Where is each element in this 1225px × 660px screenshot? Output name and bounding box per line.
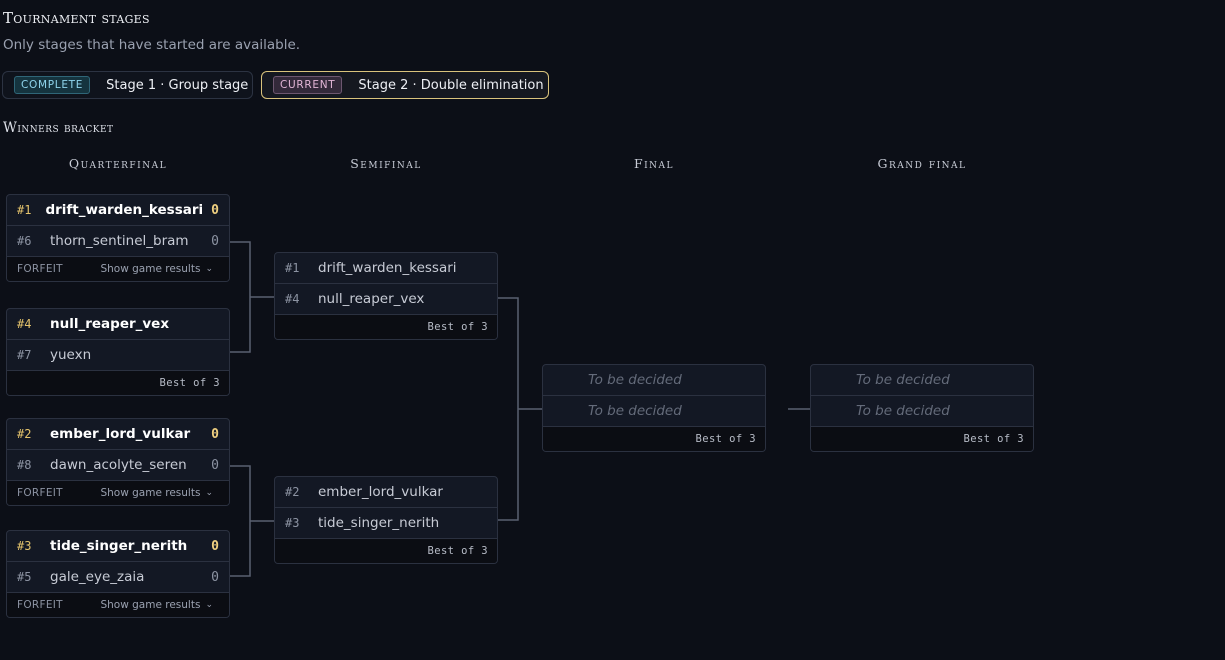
player-name-tbd: To be decided: [588, 372, 682, 388]
stage-tab-group-stage[interactable]: COMPLETE Stage 1 · Group stage: [2, 71, 253, 99]
seed: #5: [17, 570, 32, 584]
player-name-tbd: To be decided: [856, 403, 950, 419]
seed: #2: [285, 485, 300, 499]
show-game-results-label: Show game results: [100, 263, 201, 275]
match-footer: Best of 3: [811, 427, 1033, 451]
match-slot: To be decided: [811, 365, 1033, 396]
match-grand-final: To be decided To be decided Best of 3: [810, 364, 1034, 452]
match-semifinal-1: #1 drift_warden_kessari #4 null_reaper_v…: [274, 252, 498, 340]
score: 0: [211, 457, 219, 473]
match-quarterfinal-4: #3 tide_singer_nerith 0 #5 gale_eye_zaia…: [6, 530, 230, 618]
seed: #4: [285, 292, 300, 306]
round-label-final: Final: [633, 156, 675, 171]
match-slot[interactable]: #1 drift_warden_kessari: [275, 253, 497, 284]
player-name: ember_lord_vulkar: [318, 484, 443, 500]
chevron-down-icon: ⌄: [205, 488, 213, 498]
seed: #7: [17, 348, 32, 362]
player-name: yuexn: [50, 347, 92, 363]
match-footer: Best of 3: [543, 427, 765, 451]
match-semifinal-2: #2 ember_lord_vulkar #3 tide_singer_neri…: [274, 476, 498, 564]
page-title: Tournament stages: [3, 9, 150, 27]
match-slot[interactable]: #4 null_reaper_vex: [275, 284, 497, 315]
forfeit-label: FORFEIT: [17, 599, 63, 611]
player-name: null_reaper_vex: [318, 291, 425, 307]
chevron-down-icon: ⌄: [205, 264, 213, 274]
seed: #2: [17, 427, 32, 441]
show-game-results-button[interactable]: Show game results ⌄: [100, 487, 213, 499]
seed: #6: [17, 234, 32, 248]
round-label-grand-final: Grand final: [877, 156, 967, 171]
seed: #3: [17, 539, 32, 553]
match-footer: FORFEIT Show game results ⌄: [7, 593, 229, 617]
status-badge-complete: COMPLETE: [14, 76, 91, 94]
match-slot[interactable]: #5 gale_eye_zaia 0: [7, 562, 229, 593]
best-of-label: Best of 3: [427, 321, 488, 333]
match-slot[interactable]: #4 null_reaper_vex: [7, 309, 229, 340]
match-slot[interactable]: #2 ember_lord_vulkar: [275, 477, 497, 508]
show-game-results-label: Show game results: [100, 487, 201, 499]
score: 0: [211, 426, 219, 442]
match-slot: To be decided: [811, 396, 1033, 427]
section-title-winners-bracket: Winners bracket: [3, 120, 114, 136]
round-label-semifinal: Semifinal: [350, 156, 422, 171]
chevron-down-icon: ⌄: [205, 600, 213, 610]
score: 0: [211, 202, 219, 218]
match-footer: Best of 3: [275, 315, 497, 339]
match-quarterfinal-2: #4 null_reaper_vex #7 yuexn Best of 3: [6, 308, 230, 396]
player-name: null_reaper_vex: [50, 316, 170, 332]
show-game-results-label: Show game results: [100, 599, 201, 611]
forfeit-label: FORFEIT: [17, 263, 63, 275]
match-quarterfinal-1: #1 drift_warden_kessari 0 #6 thorn_senti…: [6, 194, 230, 282]
player-name-tbd: To be decided: [588, 403, 682, 419]
match-slot: To be decided: [543, 365, 765, 396]
show-game-results-button[interactable]: Show game results ⌄: [100, 263, 213, 275]
match-final: To be decided To be decided Best of 3: [542, 364, 766, 452]
seed: #4: [17, 317, 32, 331]
match-footer: Best of 3: [275, 539, 497, 563]
stage-tab-double-elimination[interactable]: CURRENT Stage 2 · Double elimination: [261, 71, 549, 99]
best-of-label: Best of 3: [427, 545, 488, 557]
match-slot[interactable]: #2 ember_lord_vulkar 0: [7, 419, 229, 450]
match-slot[interactable]: #3 tide_singer_nerith 0: [7, 531, 229, 562]
player-name: tide_singer_nerith: [318, 515, 440, 531]
match-slot[interactable]: #6 thorn_sentinel_bram 0: [7, 226, 229, 257]
score: 0: [211, 233, 219, 249]
match-slot[interactable]: #3 tide_singer_nerith: [275, 508, 497, 539]
forfeit-label: FORFEIT: [17, 487, 63, 499]
seed: #3: [285, 516, 300, 530]
player-name: tide_singer_nerith: [50, 538, 188, 554]
show-game-results-button[interactable]: Show game results ⌄: [100, 599, 213, 611]
player-name: drift_warden_kessari: [318, 260, 457, 276]
stage-tab-label: Stage 2 · Double elimination: [358, 77, 544, 93]
player-name: ember_lord_vulkar: [50, 426, 191, 442]
best-of-label: Best of 3: [963, 433, 1024, 445]
match-footer: Best of 3: [7, 371, 229, 395]
page-subtitle: Only stages that have started are availa…: [3, 37, 301, 53]
player-name: drift_warden_kessari: [45, 202, 204, 218]
score: 0: [211, 538, 219, 554]
match-footer: FORFEIT Show game results ⌄: [7, 257, 229, 281]
best-of-label: Best of 3: [159, 377, 220, 389]
seed: #8: [17, 458, 32, 472]
player-name: gale_eye_zaia: [50, 569, 145, 585]
match-slot[interactable]: #1 drift_warden_kessari 0: [7, 195, 229, 226]
match-slot: To be decided: [543, 396, 765, 427]
match-quarterfinal-3: #2 ember_lord_vulkar 0 #8 dawn_acolyte_s…: [6, 418, 230, 506]
player-name: thorn_sentinel_bram: [50, 233, 189, 249]
match-slot[interactable]: #7 yuexn: [7, 340, 229, 371]
stage-tab-label: Stage 1 · Group stage: [106, 77, 249, 93]
status-badge-current: CURRENT: [273, 76, 343, 94]
score: 0: [211, 569, 219, 585]
seed: #1: [285, 261, 300, 275]
player-name-tbd: To be decided: [856, 372, 950, 388]
seed: #1: [17, 203, 32, 217]
match-slot[interactable]: #8 dawn_acolyte_seren 0: [7, 450, 229, 481]
match-footer: FORFEIT Show game results ⌄: [7, 481, 229, 505]
player-name: dawn_acolyte_seren: [50, 457, 187, 473]
round-label-quarterfinal: Quarterfinal: [68, 156, 168, 171]
best-of-label: Best of 3: [695, 433, 756, 445]
